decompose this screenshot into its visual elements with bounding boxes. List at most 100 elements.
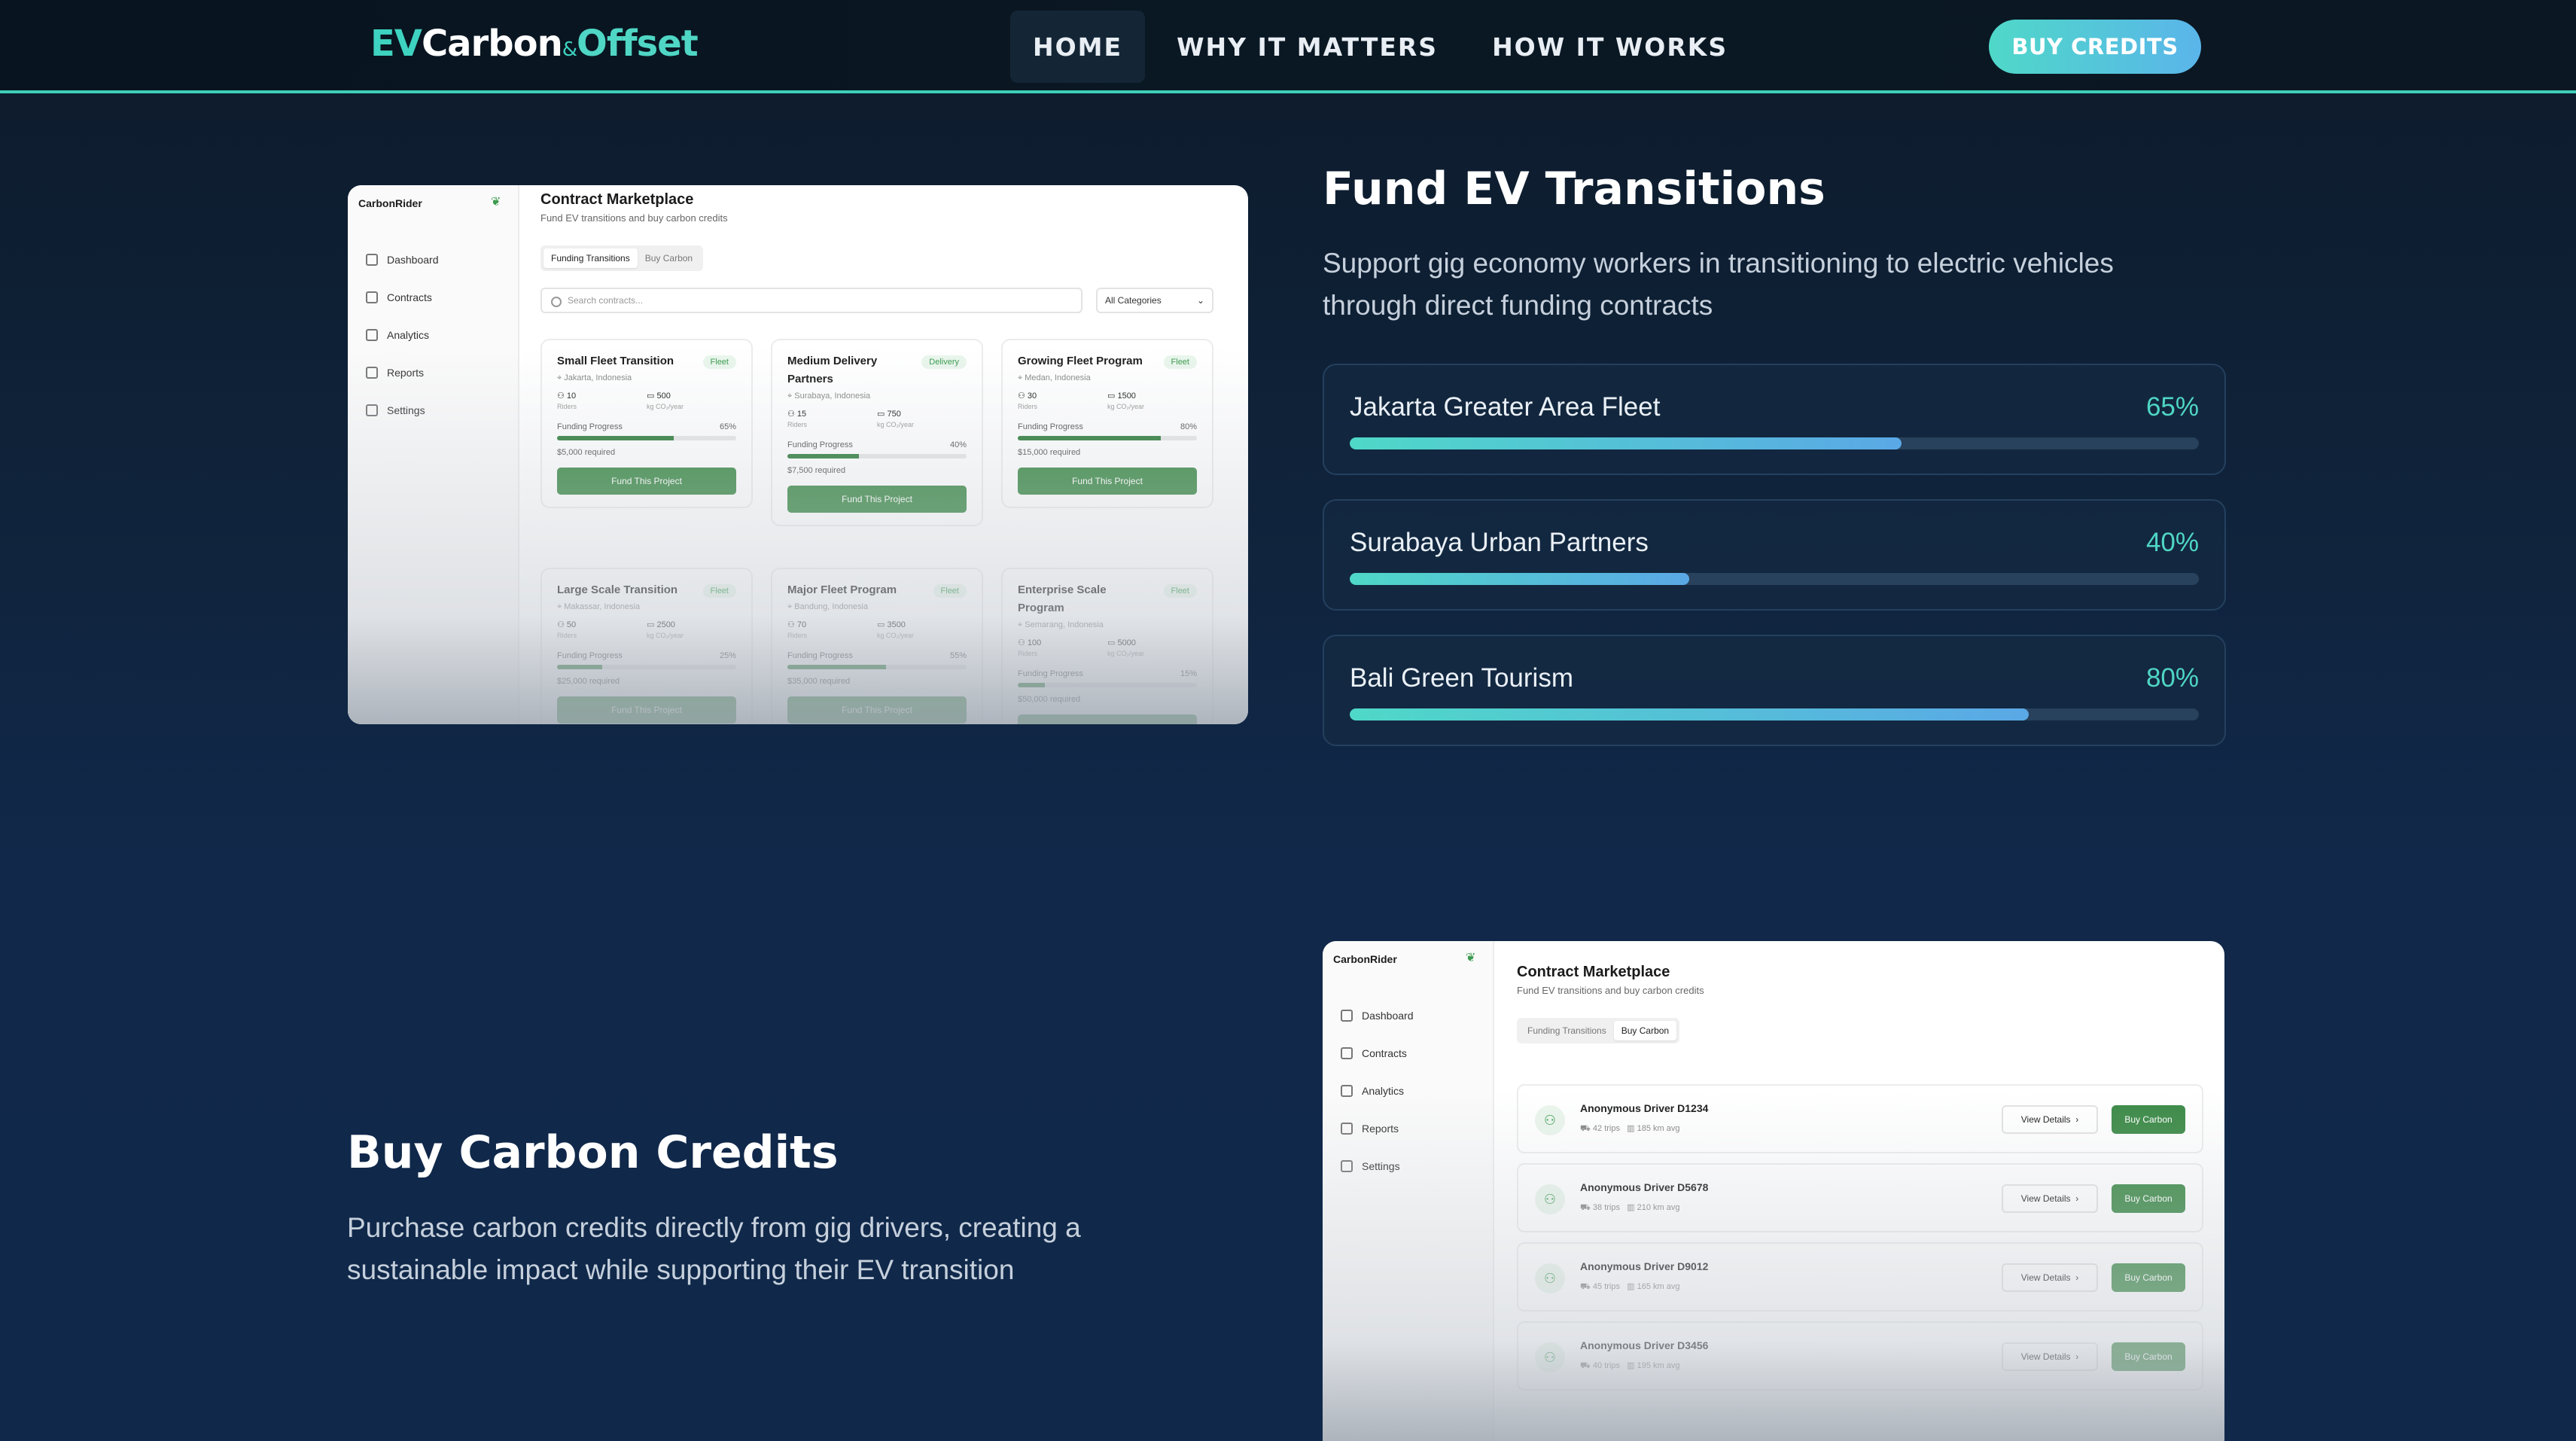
analytics-icon [1341,1085,1353,1097]
mock-nav-dashboard[interactable]: Dashboard [366,241,439,279]
users-icon: ⚇ [787,410,797,419]
driver-name: Anonymous Driver D9012 [1580,1260,1709,1272]
mock-nav-analytics[interactable]: Analytics [366,316,439,354]
users-icon: ⚇ [557,620,567,629]
card-stats: ⚇ 100 Riders ▭ 5000 kg CO₂/year [1018,638,1197,659]
mock-nav-label: Analytics [1362,1085,1405,1097]
co2-label: kg CO₂/year [1107,403,1145,410]
riders-label: Riders [787,421,808,428]
mock-nav-label: Reports [387,367,425,379]
co2-stat: ▭ 3500 kg CO₂/year [877,620,967,641]
mock-nav-contracts[interactable]: Contracts [1341,1034,1414,1072]
mock-nav-analytics[interactable]: Analytics [1341,1072,1414,1110]
nav-home[interactable]: HOME [1010,11,1146,83]
mock-subtitle: Fund EV transitions and buy carbon credi… [1517,985,1704,996]
driver-trips: 38 trips [1592,1203,1620,1212]
mock-nav-label: Dashboard [1362,1010,1414,1022]
card-progress-fill [557,665,602,669]
view-details-button[interactable]: View Details › [2002,1105,2098,1134]
mock-nav-settings[interactable]: Settings [366,391,439,429]
bar-chart-icon: ▥ [1627,1282,1637,1291]
co2-label: kg CO₂/year [647,632,684,639]
card-required: $50,000 required [1018,695,1081,704]
fund-project-button[interactable]: Fund This Project [787,696,967,724]
fund-section-title: Fund EV Transitions [1323,163,1825,215]
nav-why-it-matters[interactable]: WHY IT MATTERS [1154,11,1460,83]
mock-nav-dashboard[interactable]: Dashboard [1341,997,1414,1034]
card-required: $7,500 required [787,466,846,475]
card-progress-fill [787,665,886,669]
mock-main: Contract Marketplace Fund EV transitions… [1517,958,2224,1441]
buy-section-title: Buy Carbon Credits [347,1126,839,1179]
car-icon: ⛟ [1580,1124,1593,1133]
fund-project-button[interactable]: Fund This Project [1018,468,1197,495]
mock-tabs: Funding Transitions Buy Carbon [540,245,704,271]
view-details-label: View Details [2020,1114,2071,1125]
card-location-text: Bandung, Indonesia [794,602,869,611]
view-details-button[interactable]: View Details › [2002,1184,2098,1213]
mock-nav-contracts[interactable]: Contracts [366,279,439,316]
co2-value: 1500 [1117,391,1136,401]
mock-nav-settings[interactable]: Settings [1341,1147,1414,1185]
category-select[interactable]: All Categories ⌄ [1096,288,1213,313]
driver-avg: 195 km avg [1637,1361,1680,1370]
analytics-icon [366,329,378,341]
card-location: ⌖ Semarang, Indonesia [1018,620,1197,630]
funding-progress-value: 55% [949,651,967,660]
progress-fill [1350,708,2029,720]
fund-project-button[interactable]: Fund This Project [557,696,736,724]
location-pin-icon: ⌖ [1018,620,1025,629]
progress-track [1350,437,2199,449]
project-name: Jakarta Greater Area Fleet [1350,392,1661,422]
funding-progress-value: 25% [719,651,736,660]
user-icon: ⚇ [1535,1342,1565,1372]
tab-buy-carbon[interactable]: Buy Carbon [638,248,700,268]
fund-project-button[interactable]: Fund This Project [787,486,967,513]
view-details-button[interactable]: View Details › [2002,1263,2098,1292]
nav-how-it-works[interactable]: HOW IT WORKS [1469,11,1750,83]
funding-progress-label: Funding Progress [1018,669,1083,678]
card-stats: ⚇ 30 Riders ▭ 1500 kg CO₂/year [1018,391,1197,412]
mock-nav-reports[interactable]: Reports [366,354,439,391]
search-input[interactable]: Search contracts... [540,288,1082,313]
car-icon: ⛟ [1580,1282,1593,1291]
buy-credits-button[interactable]: BUY CREDITS [1989,20,2201,74]
battery-icon: ▭ [877,620,888,629]
user-icon: ⚇ [1535,1263,1565,1293]
mock-nav-label: Analytics [387,329,430,341]
view-details-label: View Details [2020,1193,2071,1204]
project-percent: 40% [2145,528,2199,557]
logo[interactable]: EVCarbon&Offset [370,23,699,65]
tab-funding-transitions[interactable]: Funding Transitions [1520,1021,1614,1040]
co2-label: kg CO₂/year [647,403,684,410]
tab-buy-carbon[interactable]: Buy Carbon [1613,1021,1677,1040]
card-progress-row: Funding Progress 65% [557,422,736,431]
card-progress-row: Funding Progress 55% [787,651,967,660]
buy-carbon-button[interactable]: Buy Carbon [2112,1263,2185,1292]
contract-card: Small Fleet Transition Fleet ⌖ Jakarta, In… [540,339,753,508]
contract-card: Enterprise Scale Program Fleet ⌖ Semarang,… [1001,568,1213,724]
buy-carbon-button[interactable]: Buy Carbon [2112,1105,2185,1134]
project-progress-card: Surabaya Urban Partners 40% [1323,499,2226,611]
riders-value: 10 [566,391,577,401]
dashboard-icon [1341,1010,1353,1022]
buy-carbon-button[interactable]: Buy Carbon [2112,1184,2185,1213]
card-progress-bar [1018,683,1197,687]
nav-links: HOME WHY IT MATTERS HOW IT WORKS [1010,11,1759,83]
card-location: ⌖ Bandung, Indonesia [787,602,967,612]
mock-nav-label: Contracts [1362,1047,1407,1059]
card-location: ⌖ Surabaya, Indonesia [787,391,967,401]
card-location: ⌖ Jakarta, Indonesia [557,373,736,383]
funding-progress-label: Funding Progress [787,440,853,449]
mock-sidebar: CarbonRider ❦ Dashboard Contracts Analyt… [348,185,519,724]
driver-avg: 165 km avg [1637,1282,1680,1291]
fund-project-button[interactable]: Fund This Project [557,468,736,495]
user-icon: ⚇ [1535,1105,1565,1135]
mock-nav-reports[interactable]: Reports [1341,1110,1414,1147]
funding-progress-value: 65% [719,422,736,431]
buy-carbon-button[interactable]: Buy Carbon [2112,1342,2185,1371]
tab-funding-transitions[interactable]: Funding Transitions [544,248,638,268]
fund-project-button[interactable]: Fund This Project [1018,714,1197,724]
driver-name: Anonymous Driver D5678 [1580,1181,1709,1193]
view-details-button[interactable]: View Details › [2002,1342,2098,1371]
